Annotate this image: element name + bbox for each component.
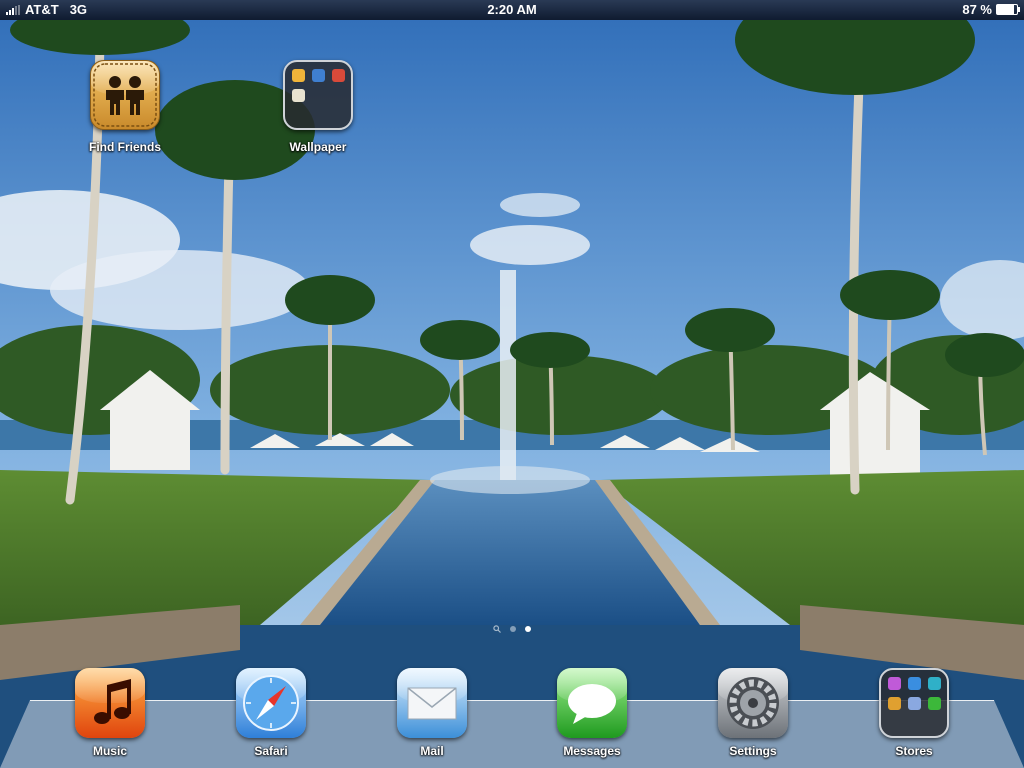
dock-app-safari[interactable]: Safari (221, 668, 321, 758)
speech-bubble-icon[interactable] (557, 668, 627, 738)
mini-app-icon (312, 69, 325, 82)
compass-icon[interactable] (236, 668, 306, 738)
mini-app-icon (908, 677, 921, 690)
dock-app-settings[interactable]: Settings (703, 668, 803, 758)
app-label: Find Friends (89, 140, 161, 154)
dock-app-mail[interactable]: Mail (382, 668, 482, 758)
dock-folder-stores[interactable]: Stores (864, 668, 964, 758)
app-label: Mail (420, 744, 444, 758)
find-friends-icon[interactable] (90, 60, 160, 130)
folder-icon[interactable] (879, 668, 949, 738)
envelope-icon[interactable] (397, 668, 467, 738)
mini-app-icon (332, 69, 345, 82)
mini-app-icon (928, 697, 941, 710)
music-note-icon[interactable] (75, 668, 145, 738)
mini-app-icon (292, 69, 305, 82)
app-label: Messages (563, 744, 621, 758)
mini-app-icon (888, 697, 901, 710)
status-right: 87 % (962, 2, 1020, 17)
gears-icon[interactable] (718, 668, 788, 738)
mini-app-icon (888, 677, 901, 690)
battery-level-fill (997, 5, 1015, 14)
app-label: Stores (895, 744, 933, 758)
battery-icon (996, 4, 1020, 15)
search-page-icon[interactable] (493, 625, 501, 633)
mini-app-icon (928, 677, 941, 690)
battery-percent: 87 % (962, 2, 992, 17)
dock-app-messages[interactable]: Messages (542, 668, 642, 758)
app-label: Safari (254, 744, 288, 758)
dock-app-music[interactable]: Music (60, 668, 160, 758)
app-label: Music (92, 744, 127, 758)
status-bar: AT&T 3G 2:20 AM 87 % (0, 0, 1024, 20)
app-label: Settings (729, 744, 777, 758)
page-indicator[interactable] (0, 625, 1024, 633)
folder-icon[interactable] (283, 60, 353, 130)
mini-app-icon (292, 89, 305, 102)
folder-wallpaper[interactable]: Wallpaper (268, 60, 368, 154)
page-dot[interactable] (510, 626, 516, 632)
page-dot-current[interactable] (525, 626, 531, 632)
app-label: Wallpaper (289, 140, 347, 154)
mini-app-icon (908, 697, 921, 710)
app-find-friends[interactable]: Find Friends (75, 60, 175, 154)
clock: 2:20 AM (487, 2, 537, 17)
